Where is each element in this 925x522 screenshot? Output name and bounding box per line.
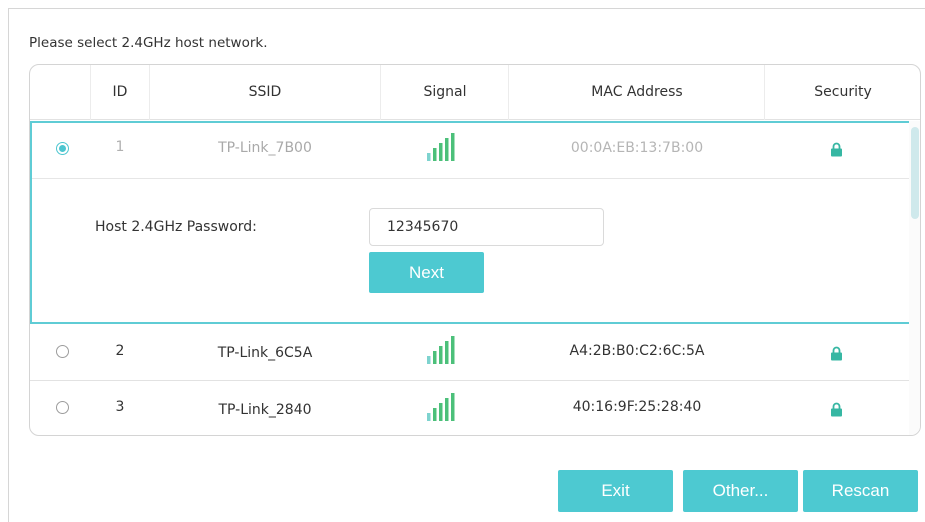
network-table: ID SSID Signal MAC Address Security 1 TP… (29, 64, 921, 436)
network-id: 2 (115, 343, 125, 359)
network-id: 3 (115, 399, 125, 415)
table-row[interactable]: 2 TP-Link_6C5A A4:2B:B0:C2:6C:5A (30, 324, 910, 381)
password-panel: Host 2.4GHz Password: 12345670 Next (30, 121, 911, 324)
network-ssid: TP-Link_6C5A (217, 345, 313, 361)
header-signal: Signal (423, 84, 467, 100)
column-divider (149, 65, 150, 120)
network-mac: 40:16:9F:25:28:40 (572, 399, 702, 415)
header-security: Security (814, 84, 872, 100)
row-radio[interactable] (56, 401, 69, 414)
column-divider (764, 65, 765, 120)
exit-button[interactable]: Exit (558, 470, 673, 512)
signal-bars-icon (427, 393, 460, 423)
column-divider (380, 65, 381, 120)
network-mac: A4:2B:B0:C2:6C:5A (569, 343, 705, 359)
lock-icon (831, 402, 842, 417)
header-mac-address: MAC Address (591, 84, 683, 100)
row-radio[interactable] (56, 345, 69, 358)
column-divider (90, 65, 91, 120)
instruction-text: Please select 2.4GHz host network. (29, 35, 268, 51)
network-ssid: TP-Link_2840 (218, 402, 312, 418)
rescan-button[interactable]: Rescan (803, 470, 918, 512)
row-separator (32, 178, 909, 179)
lock-icon (831, 346, 842, 361)
next-button[interactable]: Next (369, 252, 484, 293)
signal-bars-icon (427, 336, 460, 366)
table-header: ID SSID Signal MAC Address Security (30, 65, 920, 120)
header-ssid: SSID (248, 84, 282, 100)
password-label: Host 2.4GHz Password: (95, 219, 257, 235)
scrollbar-thumb[interactable] (911, 127, 919, 219)
column-divider (508, 65, 509, 120)
header-id: ID (112, 84, 128, 100)
password-field[interactable]: 12345670 (369, 208, 604, 246)
other-button[interactable]: Other... (683, 470, 798, 512)
table-row[interactable]: 3 TP-Link_2840 40:16:9F:25:28:40 (30, 381, 910, 435)
